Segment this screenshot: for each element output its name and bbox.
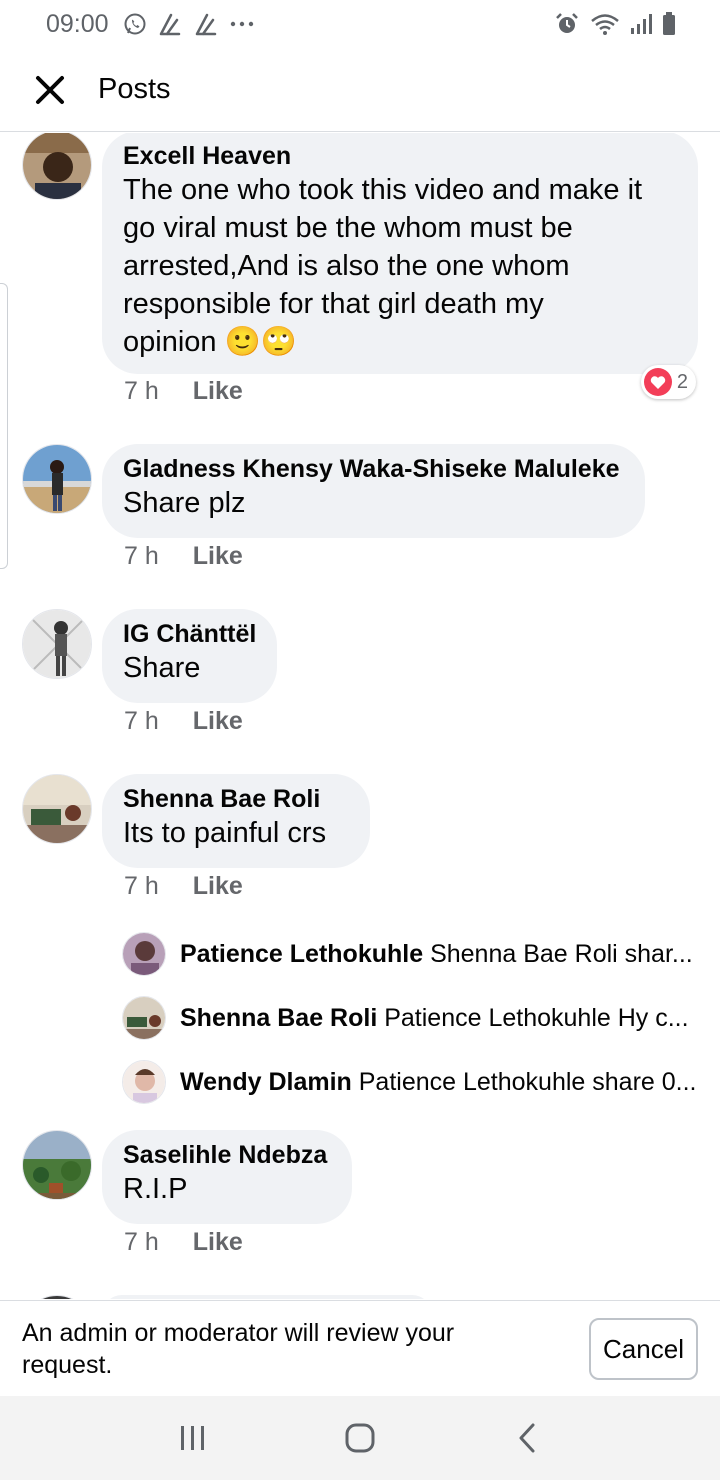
review-notice-bar: An admin or moderator will review your r… [0, 1300, 720, 1396]
back-button[interactable] [497, 1408, 557, 1468]
comment-text-line: The one who took this video and make it [123, 174, 643, 206]
comment-bubble[interactable]: Saselihle Ndebza R.I.P [102, 1130, 352, 1224]
app-header: Posts [0, 48, 720, 132]
like-button[interactable]: Like [193, 1228, 243, 1257]
comment-meta: 7 h Like [124, 872, 243, 901]
reply-author[interactable]: Shenna Bae Roli [180, 1004, 377, 1032]
review-notice-text: An admin or moderator will review your r… [22, 1318, 455, 1379]
reply-body: Patience Lethokuhle Hy c... [384, 1003, 689, 1032]
wifi-icon [590, 12, 620, 36]
comment-author[interactable]: IG Chänttël [123, 619, 257, 649]
heart-reaction-icon [643, 368, 672, 396]
close-icon [36, 75, 64, 104]
comment-text-line: responsible for that girl death my [123, 288, 544, 320]
status-left-icons [123, 12, 255, 36]
reaction-count: 2 [676, 370, 688, 393]
like-button[interactable]: Like [193, 707, 243, 736]
comment-text-line: R.I.P [123, 1173, 188, 1205]
signal-icon [630, 13, 652, 35]
reply-author[interactable]: Patience Lethokuhle [180, 940, 423, 968]
comment-text-line: arrested,And is also the one whom [123, 250, 570, 282]
avatar[interactable] [22, 609, 92, 679]
comment-text-line: Share plz [123, 487, 246, 519]
avatar[interactable] [22, 444, 92, 514]
reply-item[interactable]: Wendy Dlamin Patience Lethokuhle share 0… [122, 1059, 702, 1105]
scroll-edge [0, 283, 8, 569]
reply-body: Shenna Bae Roli shar... [430, 939, 693, 968]
comments-list[interactable]: Excell Heaven The one who took this vide… [0, 133, 720, 1299]
comment-time: 7 h [124, 872, 159, 900]
comment-time: 7 h [124, 542, 159, 570]
comment-text-line: go viral must be the whom must be [123, 212, 573, 244]
reply-text: Shenna Bae Roli Patience Lethokuhle Hy c… [180, 1004, 689, 1033]
avatar[interactable] [22, 1295, 92, 1299]
reply-text: Patience Lethokuhle Shenna Bae Roli shar… [180, 940, 693, 969]
like-button[interactable]: Like [193, 377, 243, 406]
avatar[interactable] [122, 1060, 166, 1104]
comment-author[interactable]: Excell Heaven [123, 141, 678, 171]
comment-text-line: opinion 🙂🙄 [123, 326, 297, 358]
avatar[interactable] [122, 932, 166, 976]
comment-time: 7 h [124, 707, 159, 735]
comment-author[interactable]: Gladness Khensy Waka-Shiseke Maluleke [123, 454, 625, 484]
more-dots-icon [229, 19, 255, 29]
status-bar: 09:00 [0, 0, 720, 48]
page-title: Posts [98, 73, 171, 105]
back-icon [519, 1423, 535, 1453]
like-button[interactable]: Like [193, 542, 243, 571]
whatsapp-icon [123, 12, 147, 36]
comment-text-line: Share [123, 652, 201, 684]
comment-bubble[interactable]: IG Chänttël Share [102, 609, 277, 703]
comment-meta: 7 h Like [124, 542, 243, 571]
reply-body: Patience Lethokuhle share 0... [358, 1067, 697, 1096]
comment-time: 7 h [124, 1228, 159, 1256]
reply-item[interactable]: Patience Lethokuhle Shenna Bae Roli shar… [122, 931, 702, 977]
avatar[interactable] [22, 133, 92, 200]
reply-text: Wendy Dlamin Patience Lethokuhle share 0… [180, 1068, 696, 1097]
notification-icon [157, 12, 183, 36]
reply-item[interactable]: Shenna Bae Roli Patience Lethokuhle Hy c… [122, 995, 702, 1041]
comment-text-line: Its to painful crs [123, 817, 327, 849]
cancel-button[interactable]: Cancel [589, 1318, 698, 1380]
comment-bubble[interactable]: Gladness Khensy Waka-Shiseke Maluleke Sh… [102, 444, 645, 538]
comment-meta: 7 h Like [124, 707, 243, 736]
recent-apps-button[interactable] [163, 1408, 223, 1468]
avatar[interactable] [22, 774, 92, 844]
notification-icon [193, 12, 219, 36]
reply-author[interactable]: Wendy Dlamin [180, 1068, 352, 1096]
comment-author[interactable]: Saselihle Ndebza [123, 1140, 332, 1170]
comment-meta: 7 h Like [124, 377, 243, 406]
alarm-icon [554, 11, 580, 37]
status-time: 09:00 [46, 9, 109, 38]
comment-bubble[interactable]: Excell Heaven The one who took this vide… [102, 133, 698, 374]
close-button[interactable] [32, 72, 68, 108]
status-right-icons [554, 11, 676, 37]
comment-bubble[interactable] [102, 1295, 432, 1299]
avatar[interactable] [122, 996, 166, 1040]
battery-icon [662, 12, 676, 36]
comment-meta: 7 h Like [124, 1228, 243, 1257]
home-button[interactable] [330, 1408, 390, 1468]
like-button[interactable]: Like [193, 872, 243, 901]
comment-time: 7 h [124, 377, 159, 405]
comment-bubble[interactable]: Shenna Bae Roli Its to painful crs [102, 774, 370, 868]
system-nav-bar [0, 1396, 720, 1480]
reaction-badge[interactable]: 2 [640, 365, 696, 399]
home-icon [345, 1423, 375, 1453]
recent-apps-icon [181, 1426, 205, 1450]
avatar[interactable] [22, 1130, 92, 1200]
comment-author[interactable]: Shenna Bae Roli [123, 784, 350, 814]
